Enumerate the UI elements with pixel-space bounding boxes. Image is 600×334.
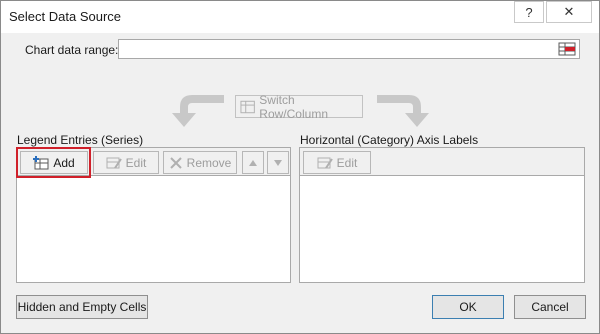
- remove-icon: [169, 156, 182, 169]
- edit-icon: [106, 157, 122, 169]
- ok-label: OK: [459, 300, 477, 314]
- help-icon: ?: [525, 4, 533, 20]
- remove-series-label: Remove: [186, 155, 232, 170]
- title-bar: Select Data Source ? ✕: [1, 1, 599, 33]
- edit-series-label: Edit: [125, 155, 147, 170]
- help-button[interactable]: ?: [514, 1, 544, 23]
- switch-row-column-icon: [240, 100, 255, 113]
- legend-entries-list[interactable]: [17, 177, 290, 282]
- select-data-source-dialog: Select Data Source ? ✕ Chart data range:: [0, 0, 600, 334]
- hidden-empty-cells-button[interactable]: Hidden and Empty Cells: [16, 295, 148, 319]
- range-picker-button[interactable]: [556, 40, 578, 58]
- triangle-down-icon: [274, 159, 282, 166]
- axis-labels-list[interactable]: [300, 177, 584, 282]
- edit-series-button[interactable]: Edit: [93, 151, 159, 174]
- remove-series-button[interactable]: Remove: [163, 151, 237, 174]
- ok-button[interactable]: OK: [432, 295, 504, 319]
- switch-right-arrow-icon: [377, 95, 429, 127]
- switch-row-column-label: Switch Row/Column: [259, 92, 328, 121]
- hidden-empty-cells-label: Hidden and Empty Cells: [17, 300, 147, 314]
- cancel-label: Cancel: [531, 300, 569, 314]
- edit-axis-labels-button[interactable]: Edit: [303, 151, 371, 174]
- close-icon: ✕: [563, 4, 575, 19]
- chart-data-range-label: Chart data range:: [25, 43, 119, 57]
- move-up-button[interactable]: [242, 151, 264, 174]
- cancel-button[interactable]: Cancel: [514, 295, 586, 319]
- add-button-highlight: [16, 147, 91, 178]
- range-picker-icon: [558, 42, 576, 56]
- chart-data-range-input[interactable]: [118, 39, 580, 59]
- dialog-title: Select Data Source: [9, 9, 122, 24]
- switch-row-column-button[interactable]: Switch Row/Column: [235, 92, 363, 121]
- move-down-button[interactable]: [267, 151, 289, 174]
- axis-labels-panel: Edit: [299, 147, 585, 283]
- legend-entries-title: Legend Entries (Series): [17, 133, 144, 147]
- edit-icon: [317, 157, 333, 169]
- switch-left-arrow-icon: [172, 95, 224, 127]
- edit-axis-labels-label: Edit: [336, 155, 358, 170]
- triangle-up-icon: [249, 159, 257, 166]
- close-button[interactable]: ✕: [546, 1, 592, 23]
- axis-labels-title: Horizontal (Category) Axis Labels: [300, 133, 479, 147]
